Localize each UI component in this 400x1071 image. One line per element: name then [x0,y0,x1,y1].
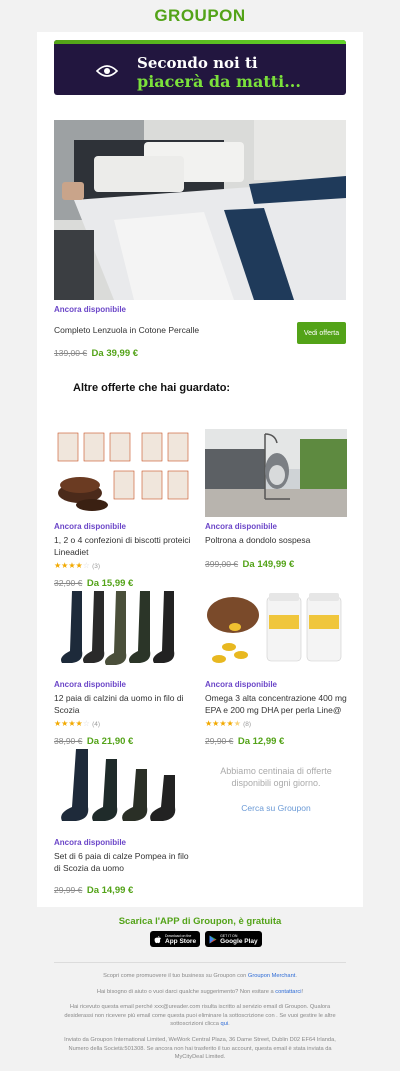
deal-image[interactable] [54,745,196,833]
deal-title[interactable]: 12 paia di calzini da uomo in filo di Sc… [54,692,196,716]
groupon-merchant-link[interactable]: Groupon Merchant [248,973,295,979]
eye-icon [96,65,118,77]
rating-stars: ★★★★☆ (4) [54,719,101,728]
email-card: Secondo noi ti piacerà da matti... Ancor… [37,32,363,907]
deal-new-price: Da 14,99 € [86,885,134,896]
hero-new-price: Da 39,99 € [91,348,139,359]
footer-text: Hai ricevuto questa email perché xxx@ure… [64,1004,336,1027]
footer-help: Hai bisogno di aiuto o vuoi darci qualch… [55,988,345,997]
banner-stripe [54,40,346,44]
google-play-badge[interactable]: GET IT ON Google Play [205,931,262,947]
hero-availability: Ancora disponibile [54,305,127,314]
more-offers-text: Abbiamo centinaia di offerte disponibili… [220,766,332,788]
deal-title[interactable]: Poltrona a dondolo sospesa [205,534,347,546]
hero-prices: 139,00 € Da 39,99 € [54,343,199,361]
review-count: (3) [92,563,101,570]
banner-line2: piacerà da matti... [137,72,301,91]
deal-card[interactable]: Ancora disponibile Omega 3 alta concentr… [205,587,347,749]
app-badges: Download on the App Store GET IT ON Google… [150,931,262,947]
groupon-logo[interactable]: GROUPON [154,6,245,26]
deal-old-price: 29,90 € [205,736,234,746]
deal-title[interactable]: 1, 2 o 4 confezioni di biscotti proteici… [54,534,196,558]
deal-image[interactable] [205,429,347,517]
deal-new-price: Da 149,99 € [242,559,295,570]
header: GROUPON [0,0,400,32]
app-download-title: Scarica l'APP di Groupon, è gratuita [118,916,282,927]
footer-text: ! [301,989,304,995]
app-store-badge[interactable]: Download on the App Store [150,931,201,947]
deal-prices: 399,00 € Da 149,99 € [205,554,347,572]
deal-availability: Ancora disponibile [54,522,127,531]
manage-subscriptions-link[interactable]: qui [221,1021,229,1027]
deal-image[interactable] [54,587,196,675]
deal-prices: 29,90 € Da 12,99 € [205,731,347,749]
apple-icon [154,935,161,943]
footer-text: Hai bisogno di aiuto o vuoi darci qualch… [96,989,276,995]
contact-link[interactable]: contattarci [275,989,301,995]
hero-old-price: 139,00 € [54,348,88,358]
search-groupon-link[interactable]: Cerca su Groupon [205,803,347,813]
section-title: Altre offerte che hai guardato: [73,382,231,394]
deal-availability: Ancora disponibile [54,838,127,847]
rating-stars: ★★★★★ (8) [205,719,252,728]
deal-old-price: 29,99 € [54,885,83,895]
deal-availability: Ancora disponibile [205,680,278,689]
deal-card[interactable]: Ancora disponibile Set di 6 paia di calz… [54,745,196,898]
banner-line1: Secondo noi ti [137,54,258,72]
deal-prices: 29,99 € Da 14,99 € [54,880,196,898]
review-count: (4) [92,721,101,728]
review-count: (8) [243,721,252,728]
deal-availability: Ancora disponibile [54,680,127,689]
hero-title[interactable]: Completo Lenzuola in Cotone Percalle [54,324,199,336]
hero-image[interactable] [54,120,346,300]
footer-unsubscribe: Hai ricevuto questa email perché xxx@ure… [55,1003,345,1029]
deal-image[interactable] [205,587,347,675]
footer-text: . [228,1021,230,1027]
footer-legal: Inviato da Groupon International Limited… [64,1037,336,1060]
deal-card[interactable]: Ancora disponibile 1, 2 o 4 confezioni d… [54,429,196,591]
promo-banner: Secondo noi ti piacerà da matti... [54,40,346,95]
deal-card[interactable]: Ancora disponibile Poltrona a dondolo so… [205,429,347,572]
footer-text: Scopri come promuovere il tuo business s… [103,973,248,979]
rating-stars: ★★★★☆ (3) [54,561,101,570]
footer-divider [54,962,346,963]
deal-title[interactable]: Set di 6 paia di calze Pompea in filo di… [54,850,196,874]
deal-card[interactable]: Ancora disponibile 12 paia di calzini da… [54,587,196,749]
deal-image[interactable] [54,429,196,517]
deal-old-price: 399,00 € [205,559,239,569]
hero-info: Ancora disponibile Completo Lenzuola in … [54,305,199,361]
view-offer-button[interactable]: Vedi offerta [297,322,346,344]
more-offers: Abbiamo centinaia di offerte disponibili… [205,765,347,813]
appstore-big-text: App Store [165,937,197,945]
deal-new-price: Da 12,99 € [237,736,285,747]
deal-availability: Ancora disponibile [205,522,278,531]
googleplay-big-text: Google Play [220,937,258,945]
google-play-icon [209,935,217,943]
footer-merchant: Scopri come promuovere il tuo business s… [55,972,345,981]
deal-title[interactable]: Omega 3 alta concentrazione 400 mg EPA e… [205,692,347,716]
footer-text: . [295,973,297,979]
